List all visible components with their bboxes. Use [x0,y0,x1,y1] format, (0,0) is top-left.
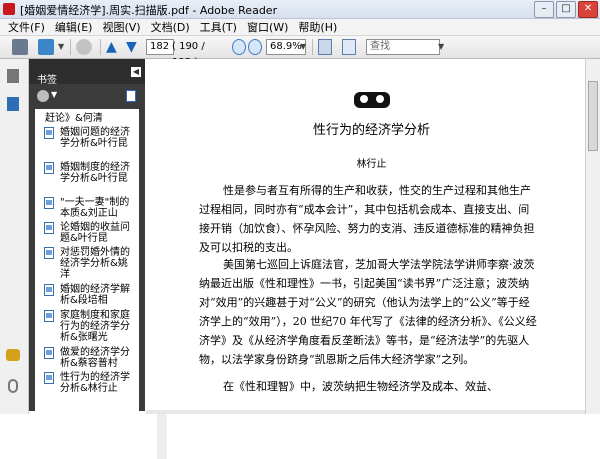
maximize-button[interactable]: □ [556,1,576,18]
title-bar: [婚姻爱情经济学].周实.扫描版.pdf - Adobe Reader – □ … [0,0,600,19]
options-gear-icon[interactable] [37,90,49,102]
zoom-in-icon[interactable] [248,39,262,55]
menu-window[interactable]: 窗口(W) [247,19,288,35]
menu-bar: 文件(F) 编辑(E) 视图(V) 文档(D) 工具(T) 窗口(W) 帮助(H… [0,19,600,36]
zoom-dropdown-icon[interactable]: ▼ [300,39,308,55]
document-scroll-thumb[interactable] [588,81,598,151]
menu-help[interactable]: 帮助(H) [298,19,337,35]
close-button[interactable]: ✕ [578,1,598,18]
pdf-page: 性行为的经济学分析 林行止 性是参与者互有所得的生产和收获，性交的生产过程和其他… [179,59,564,411]
chapter-title: 性行为的经济学分析 [312,123,430,138]
chapter-author: 林行止 [356,159,387,170]
adobe-reader-icon [3,3,15,15]
chevron-down-icon[interactable]: ▼ [58,39,66,55]
page-count: ( 190 / 193 ) [172,41,205,68]
paragraph-3: 在《性和理智》中，波茨纳把生物经济学及成本、效益、 [223,380,498,393]
paragraph-1: 性是参与者互有所得的生产和收获，性交的生产过程和其他生产过程相同，同时亦有“成本… [199,184,535,254]
comments-icon[interactable] [6,349,20,361]
bookmarks-panel: 书签 ◀ ▼ 赶论》&何清 婚姻问题的经济学分析&叶行昆 婚姻制度的经济学分析&… [29,59,167,459]
next-page-icon[interactable]: ▼ [126,39,140,55]
bookmark-icon [44,197,54,209]
panel-toolbar: ▼ [29,85,145,107]
menu-tools[interactable]: 工具(T) [200,19,237,35]
zoom-out-icon[interactable] [232,39,246,55]
panel-title: 书签 [37,75,57,86]
minimize-button[interactable]: – [534,1,554,18]
fit-page-icon[interactable] [318,39,332,55]
previous-page-icon[interactable]: ▲ [106,39,120,55]
menu-view[interactable]: 视图(V) [102,19,140,35]
collapse-panel-icon[interactable]: ◀ [131,67,141,77]
search-input[interactable]: 查找 [366,39,440,55]
menu-edit[interactable]: 编辑(E) [55,19,93,35]
bookmark-list: 赶论》&何清 婚姻问题的经济学分析&叶行昆 婚姻制度的经济学分析&叶行昆 "一夫… [35,109,139,453]
toolbar: ▼ ▲ ▼ 182 ( 190 / 193 ) 68.9% ▼ 查找 ▼ [0,36,600,68]
options-chevron-icon[interactable]: ▼ [51,90,57,99]
bookmark-icon [44,222,54,234]
bookmark-icon [44,310,54,322]
navigation-rail [0,59,29,414]
bookmark-icon [44,347,54,359]
status-strip [146,410,585,414]
menu-file[interactable]: 文件(F) [8,19,45,35]
print-icon[interactable] [12,39,28,55]
page-number-input[interactable]: 182 [146,39,174,55]
search-dropdown-icon[interactable]: ▼ [438,39,446,55]
panel-header: 书签 ◀ [29,59,145,86]
hand-tool-icon[interactable] [76,39,92,55]
menu-document[interactable]: 文档(D) [151,19,190,35]
bookmark-icon [44,247,54,259]
bookmarks-icon[interactable] [7,97,19,111]
bookmark-icon [44,284,54,296]
new-bookmark-icon[interactable] [126,90,136,102]
ornament-icon [354,92,390,108]
email-icon[interactable] [38,39,54,55]
window-title: [婚姻爱情经济学].周实.扫描版.pdf - Adobe Reader [20,4,278,17]
full-screen-icon[interactable] [342,39,356,55]
paragraph-2: 美国第七巡回上诉庭法官，芝加哥大学法学院法学讲师李察·波茨纳最近出版《性和理性》… [199,258,537,366]
pages-icon[interactable] [7,69,19,83]
attachment-icon[interactable] [8,379,18,393]
bookmark-icon [44,162,54,174]
document-scrollbar[interactable] [585,59,600,414]
bookmark-icon [44,127,54,139]
bookmark-icon [44,372,54,384]
